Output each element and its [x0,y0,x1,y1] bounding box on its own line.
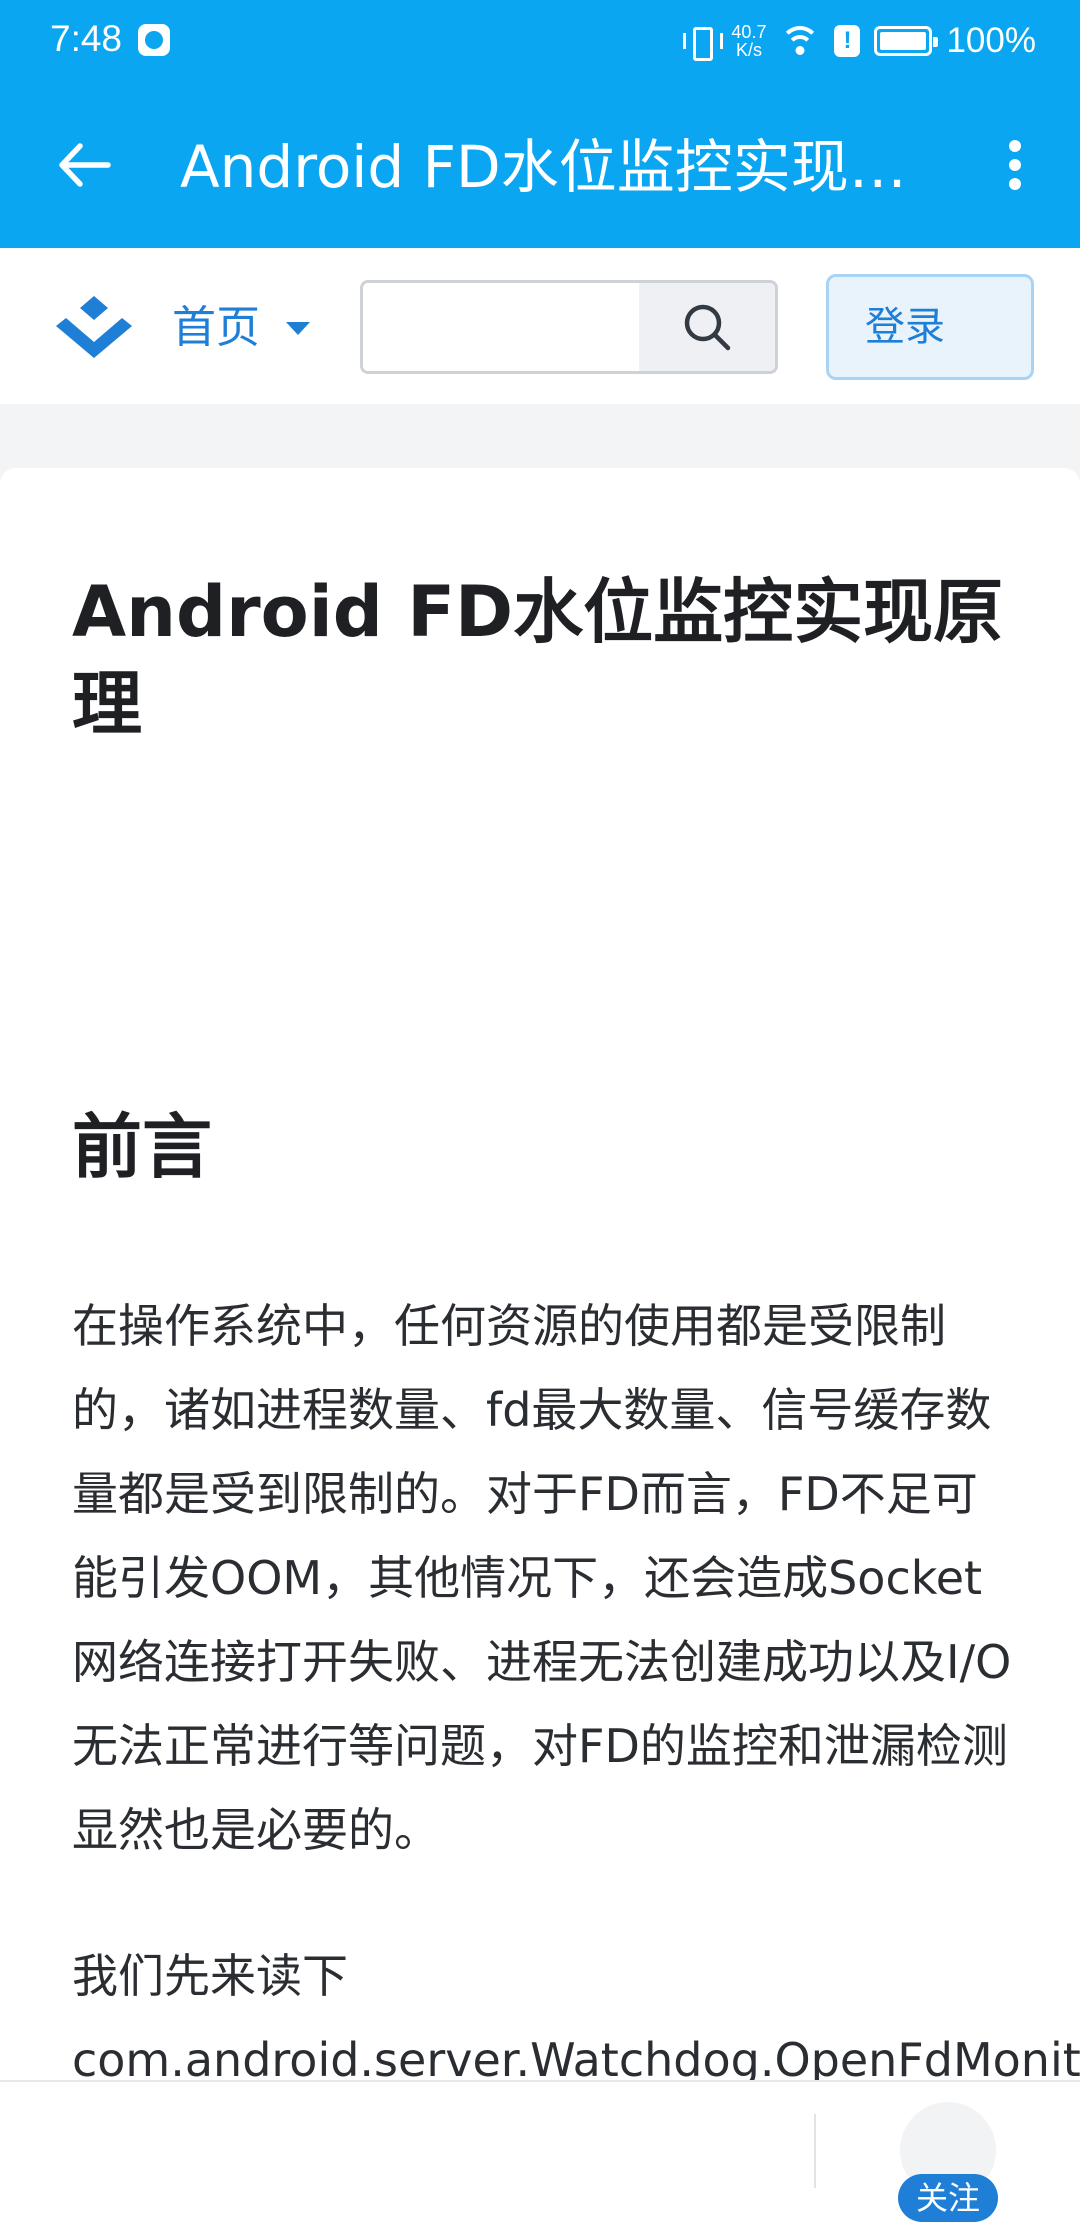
search-box [360,280,778,374]
search-input[interactable] [363,283,639,371]
bottom-bar: 关注 [0,2080,1080,2240]
search-icon [684,304,731,351]
page-title: Android FD水位监控实现原理 [180,133,920,201]
article-paragraph: 我们先来读下com.android.server.Watchdog.OpenFd… [72,1949,1080,2087]
network-speed: 40.7 K/s [731,23,766,59]
network-speed-value: 40.7 [731,22,767,42]
section-heading: 前言 [72,1106,212,1188]
article-card: Android FD水位监控实现原理 前言 在操作系统中，任何资源的使用都是受限… [0,468,1080,2240]
site-logo[interactable] [48,292,140,368]
site-nav: 首页 登录 [0,248,1080,404]
follow-button[interactable]: 关注 [898,2174,998,2222]
battery-icon [874,26,939,56]
battery-level: 100% [946,21,1036,60]
network-speed-unit: K/s [735,40,762,60]
back-button[interactable] [50,130,120,200]
alert-icon: ! [834,25,861,57]
login-button[interactable]: 登录 [826,274,1034,380]
status-icons: 40.7 K/s ! 100% [683,16,1036,66]
home-menu-link[interactable]: 首页 [172,298,260,358]
phone-screen: 7:48 40.7 K/s ! 100% Android FD水位监控实现原理 [0,0,1080,2240]
status-time: 7:48 [50,18,123,59]
article-paragraph: 在操作系统中，任何资源的使用都是受限制的，诸如进程数量、fd最大数量、信号缓存数… [72,1299,1012,1857]
arrow-left-icon [59,143,111,187]
wifi-icon [780,24,821,58]
logo-icon [56,296,132,358]
app-bar: Android FD水位监控实现原理 [0,82,1080,248]
status-bar: 7:48 40.7 K/s ! 100% [0,0,1080,82]
article-title: Android FD水位监控实现原理 [72,571,1004,745]
app-notification-icon [138,24,170,56]
caret-down-icon[interactable] [286,322,310,335]
divider [814,2114,816,2188]
more-options-button[interactable] [990,130,1040,200]
vibrate-icon [683,24,724,61]
search-button[interactable] [639,283,775,371]
